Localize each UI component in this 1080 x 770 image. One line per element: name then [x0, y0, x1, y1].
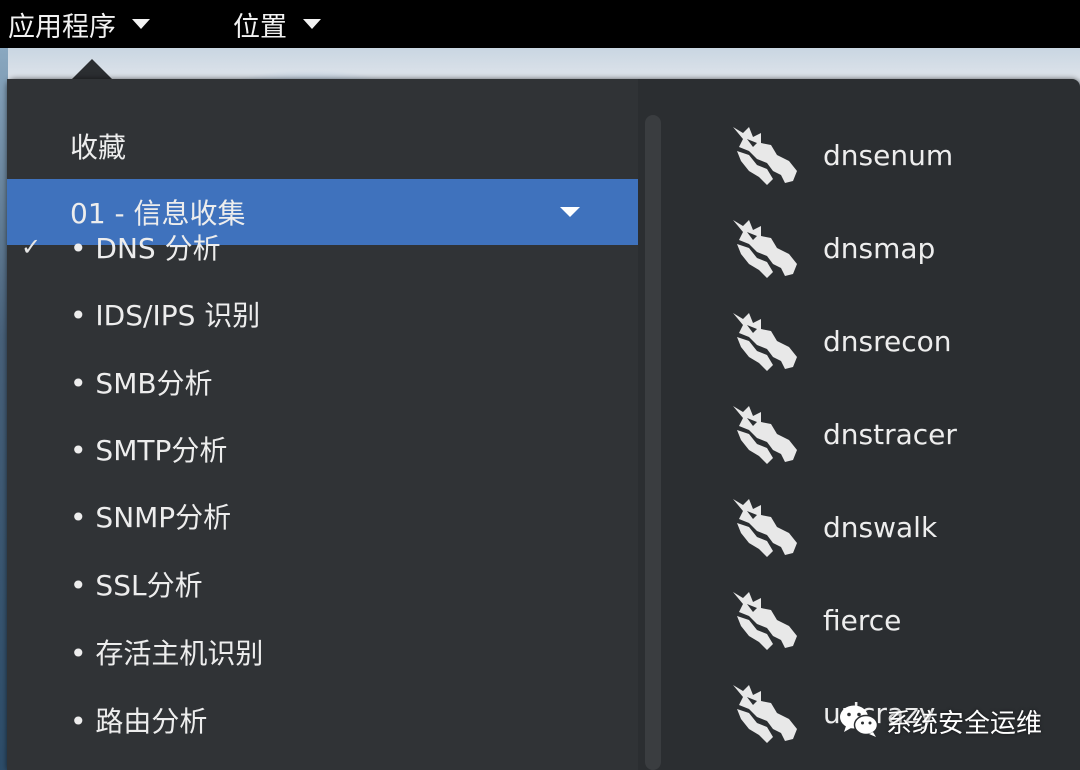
subcategory-label: • SMB分析 — [70, 367, 213, 400]
subcategory-label: • SSL分析 — [70, 569, 203, 602]
app-label: fierce — [823, 603, 902, 637]
application-list: dnsenum dnsmap dnsrecon dnstracer dnswalk fie… — [707, 79, 1080, 770]
subcategory-item[interactable]: • SSL分析 — [7, 551, 638, 617]
app-item-dnstracer[interactable]: dnstracer — [707, 394, 1067, 474]
subcategory-item[interactable]: • IDS/IPS 识别 — [7, 281, 638, 347]
applications-menu-popup: 收藏 01 - 信息收集 ✓ • DNS 分析 • IDS/IPS 识别 • SMB分… — [7, 79, 1080, 770]
category-label: 收藏 — [70, 131, 127, 164]
app-item-dnsmap[interactable]: dnsmap — [707, 208, 1067, 288]
subcategory-label: • DNS 分析 — [70, 232, 221, 265]
app-label: dnsmap — [823, 231, 936, 265]
app-item-dnswalk[interactable]: dnswalk — [707, 487, 1067, 567]
kali-dragon-icon — [727, 121, 799, 189]
subcategory-item[interactable]: • SMB分析 — [7, 349, 638, 415]
applications-menu-label: 应用程序 — [8, 11, 116, 43]
subcategory-label: • IDS/IPS 识别 — [70, 299, 261, 332]
app-label: dnswalk — [823, 510, 938, 544]
places-menu-label: 位置 — [233, 11, 287, 43]
app-item-dnsenum[interactable]: dnsenum — [707, 115, 1067, 195]
kali-dragon-icon — [727, 214, 799, 282]
app-label: dnstracer — [823, 417, 957, 451]
kali-dragon-icon — [727, 307, 799, 375]
top-panel: 应用程序 位置 — [0, 0, 1080, 48]
app-label: dnsenum — [823, 138, 954, 172]
checkmark-icon: ✓ — [21, 233, 42, 261]
kali-dragon-icon — [727, 493, 799, 561]
chevron-down-icon — [303, 19, 321, 29]
category-favorites[interactable]: 收藏 — [7, 113, 638, 179]
app-item-fierce[interactable]: fierce — [707, 580, 1067, 660]
subcategory-label: • 存活主机识别 — [70, 637, 264, 670]
app-item-dnsrecon[interactable]: dnsrecon — [707, 301, 1067, 381]
subcategory-item[interactable]: • SNMP分析 — [7, 483, 638, 549]
places-menu-button[interactable]: 位置 — [233, 0, 321, 48]
chevron-down-icon — [132, 19, 150, 29]
kali-dragon-icon — [727, 586, 799, 654]
watermark: 系统安全运维 — [838, 697, 1042, 745]
applications-menu-button[interactable]: 应用程序 — [8, 0, 150, 48]
subcategory-item[interactable]: • SMTP分析 — [7, 416, 638, 482]
subcategory-label: • SMTP分析 — [70, 434, 228, 467]
subcategory-item[interactable]: ✓ • DNS 分析 — [7, 214, 638, 280]
subcategory-label: • 路由分析 — [70, 705, 208, 738]
subcategory-item[interactable]: • 路由分析 — [7, 687, 638, 753]
kali-dragon-icon — [727, 679, 799, 747]
category-list: 收藏 01 - 信息收集 ✓ • DNS 分析 • IDS/IPS 识别 • SMB分… — [7, 79, 638, 770]
menu-pointer — [72, 59, 112, 79]
app-label: dnsrecon — [823, 324, 952, 358]
category-scrollbar[interactable] — [645, 115, 661, 770]
subcategory-label: • SNMP分析 — [70, 501, 232, 534]
watermark-text: 系统安全运维 — [886, 708, 1043, 739]
kali-dragon-icon — [727, 400, 799, 468]
subcategory-item[interactable]: • 存活主机识别 — [7, 619, 638, 685]
wechat-icon — [840, 705, 879, 737]
